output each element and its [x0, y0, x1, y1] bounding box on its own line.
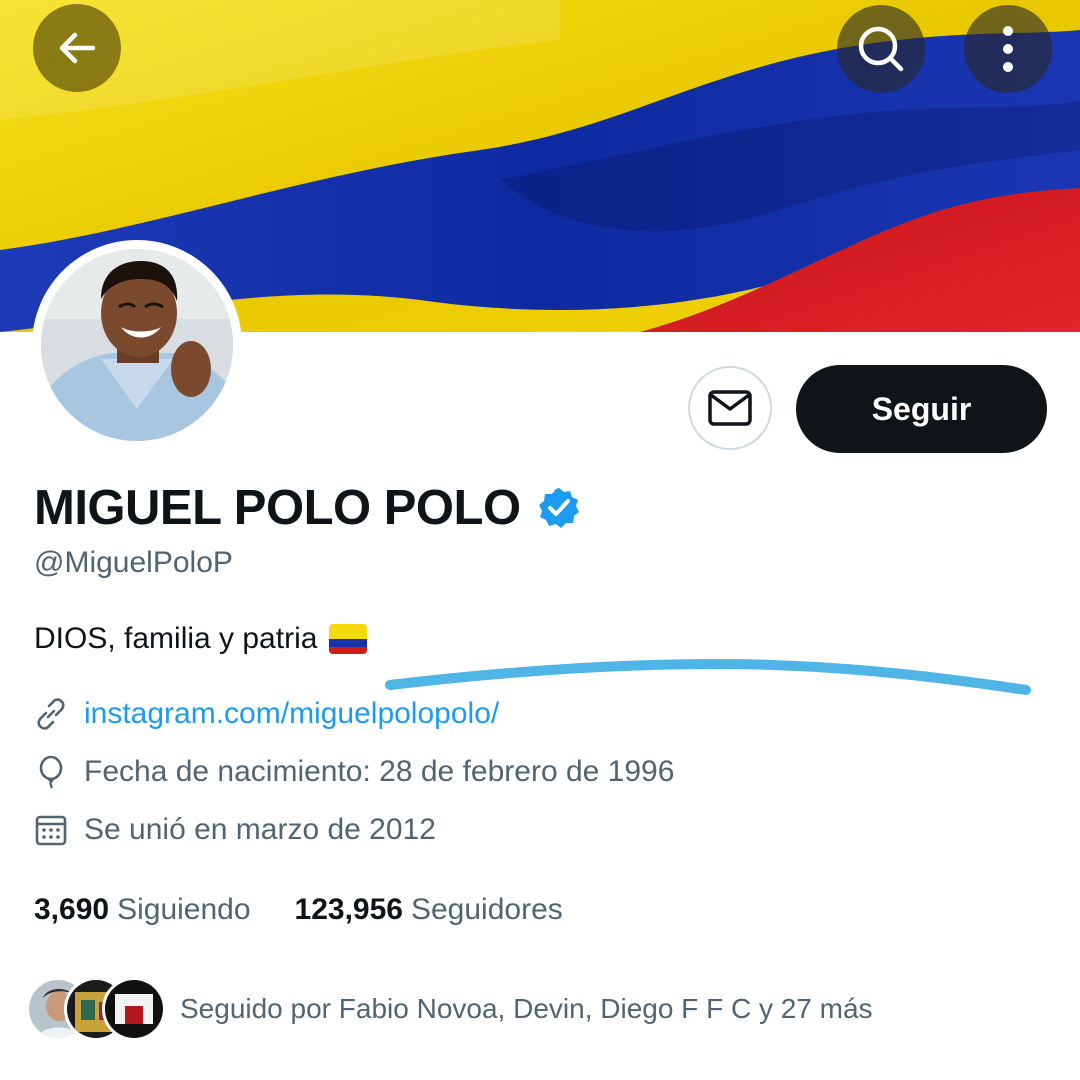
following-count: 3,690 [34, 893, 110, 926]
bio-text: DIOS, familia y patria [34, 622, 318, 655]
birthday-row: Fecha de nacimiento: 28 de febrero de 19… [34, 755, 674, 789]
follower-avatar [102, 977, 166, 1041]
follow-stats: 3,690 Siguiendo 123,956 Seguidores [34, 893, 607, 927]
following-stat[interactable]: 3,690 Siguiendo [34, 893, 251, 927]
joined-text: Se unió en marzo de 2012 [84, 813, 436, 846]
website-link[interactable]: instagram.com/miguelpolopolo/ [84, 697, 499, 731]
display-name: MIGUEL POLO POLO [34, 481, 521, 535]
message-button[interactable] [688, 366, 772, 450]
avatar[interactable] [41, 249, 233, 441]
website-row[interactable]: instagram.com/miguelpolopolo/ [34, 697, 499, 731]
envelope-icon [708, 390, 752, 426]
arrow-left-icon [59, 32, 96, 64]
search-button[interactable] [837, 5, 925, 93]
back-button[interactable] [33, 4, 121, 92]
birthday-text: Fecha de nacimiento: 28 de febrero de 19… [84, 755, 675, 788]
more-options-button[interactable] [964, 5, 1052, 93]
bio: DIOS, familia y patria [34, 622, 368, 656]
follow-button[interactable]: Seguir [796, 365, 1047, 453]
followers-stat[interactable]: 123,956 Seguidores [295, 893, 563, 927]
name-row: MIGUEL POLO POLO [34, 480, 581, 536]
balloon-icon [39, 755, 63, 789]
followed-by-row[interactable]: Seguido por Fabio Novoa, Devin, Diego F … [26, 977, 873, 1041]
more-vertical-icon [1003, 26, 1013, 72]
user-handle: @MiguelPoloP [34, 546, 233, 579]
joined-row: Se unió en marzo de 2012 [34, 813, 436, 847]
calendar-icon [35, 815, 67, 846]
search-icon [858, 26, 904, 72]
following-label: Siguiendo [117, 893, 251, 926]
avatar-photo [41, 249, 233, 441]
followers-count: 123,956 [294, 893, 403, 926]
verified-badge-icon [538, 488, 579, 528]
followed-by-text: Seguido por Fabio Novoa, Devin, Diego F … [180, 993, 873, 1024]
followers-label: Seguidores [410, 893, 563, 926]
avatar-frame[interactable] [32, 240, 242, 450]
colombia-flag-emoji [329, 624, 368, 654]
link-icon [37, 698, 65, 730]
